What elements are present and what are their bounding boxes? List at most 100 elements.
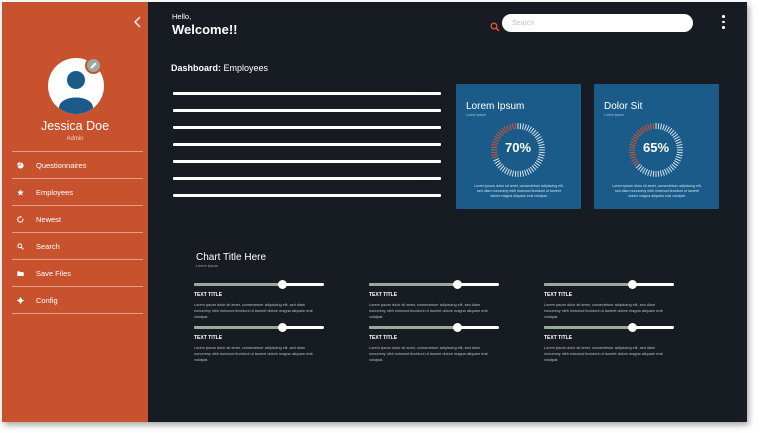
slider-fill (194, 326, 283, 329)
gauge-tick (647, 169, 650, 176)
slider-label: TEXT TITLE (194, 292, 223, 298)
search-input[interactable] (502, 14, 693, 32)
card-subtitle: Lorem ipsum (604, 113, 625, 117)
gauge-tick (492, 156, 499, 159)
slider-fill (544, 283, 633, 286)
gauge-tick (630, 156, 637, 159)
gauge-tick (506, 169, 510, 175)
gauge-tick (514, 123, 517, 130)
gauge-tick (514, 170, 517, 177)
gauge-tick (644, 169, 648, 175)
card-subtitle: Lorem ipsum (466, 113, 487, 117)
gauge-tick (659, 170, 663, 177)
slider-handle[interactable] (277, 323, 287, 332)
sidebar-item-label: Employees (36, 187, 74, 197)
slider-description: Lorem ipsum dolor sit amet, consectetuer… (194, 303, 313, 319)
search-icon (17, 242, 24, 250)
gauge-tick (519, 123, 522, 130)
sidebar-item-label: Config (36, 295, 58, 305)
page-title: Welcome!! (172, 22, 238, 37)
stat-card-dolor-sit[interactable]: Dolor Sit Lorem ipsum 65% Lorem ipsum do… (594, 84, 719, 209)
chart-title: Chart Title Here (196, 252, 267, 263)
gear-icon (17, 296, 24, 304)
edit-avatar-badge[interactable] (85, 57, 102, 74)
gauge-tick (501, 166, 507, 173)
slider-handle[interactable] (277, 280, 287, 289)
slider-handle[interactable] (452, 323, 462, 332)
dashboard-heading: Dashboard: Employees (171, 63, 268, 73)
gauge-tick (537, 156, 544, 159)
more-options-button[interactable] (722, 15, 726, 31)
sidebar: Jessica Doe Admin Questionnaires Employe… (2, 2, 148, 422)
sidebar-item-questionnaires[interactable]: Questionnaires (12, 151, 143, 178)
gauge-tick (519, 170, 522, 177)
text-line (173, 177, 441, 180)
gauge-value: 70% (504, 140, 532, 155)
slider-group: TEXT TITLE Lorem ipsum dolor sit amet, c… (194, 280, 324, 320)
gauge-tick (526, 125, 530, 131)
pencil-icon (90, 62, 97, 69)
gauge-tick (506, 125, 510, 131)
gauge-tick (501, 127, 507, 134)
slider-group: TEXT TITLE Lorem ipsum dolor sit amet, c… (194, 323, 324, 363)
text-line (173, 160, 441, 163)
slider-fill (369, 326, 458, 329)
slider-group: TEXT TITLE Lorem ipsum dolor sit amet, c… (369, 280, 499, 320)
chevron-left-icon (134, 16, 141, 28)
slider-track[interactable] (544, 280, 674, 289)
gauge-tick (494, 160, 501, 164)
gauge-tick (667, 127, 673, 134)
sidebar-item-config[interactable]: Config (12, 286, 143, 314)
gauge-tick (667, 166, 673, 173)
gauge-tick (631, 158, 637, 162)
slider-track[interactable] (369, 280, 499, 289)
gauge-tick (504, 167, 508, 174)
gauge-tick (633, 161, 640, 167)
gauge-tick (664, 125, 668, 131)
star-icon (17, 188, 24, 196)
gauge-value: 65% (642, 140, 670, 155)
slider-track[interactable] (544, 323, 674, 332)
gauge-tick (537, 158, 543, 162)
gauge-tick (528, 126, 532, 133)
sidebar-item-label: Newest (36, 214, 62, 224)
text-lines-block (173, 92, 441, 211)
slider-group: TEXT TITLE Lorem ipsum dolor sit amet, c… (544, 280, 674, 320)
gauge-tick (672, 161, 679, 167)
gauge-tick (504, 126, 508, 133)
search-icon[interactable] (490, 19, 500, 32)
gauge-tick (534, 161, 541, 167)
slider-handle[interactable] (627, 280, 637, 289)
gauge-tick (495, 161, 502, 167)
gauge-tick (524, 169, 527, 176)
stat-card-lorem-ipsum[interactable]: Lorem Ipsum Lorem ipsum 70% Lorem ipsum … (456, 84, 581, 209)
gauge-tick (521, 170, 525, 177)
gauge-tick (657, 123, 660, 130)
gauge-tick (652, 123, 655, 130)
text-line (173, 194, 441, 197)
slider-track[interactable] (194, 280, 324, 289)
gauge-tick (666, 167, 670, 174)
slider-handle[interactable] (452, 280, 462, 289)
collapse-sidebar-button[interactable] (132, 15, 144, 29)
sidebar-item-label: Questionnaires (36, 160, 87, 170)
gauge-tick (528, 167, 532, 174)
slider-label: TEXT TITLE (194, 335, 223, 341)
slider-label: TEXT TITLE (369, 335, 398, 341)
gauge-tick (675, 156, 682, 159)
card-title: Lorem Ipsum (466, 101, 525, 112)
slider-track[interactable] (369, 323, 499, 332)
gauge-tick (659, 123, 663, 130)
kebab-dot (722, 20, 725, 23)
sidebar-item-search[interactable]: Search (12, 232, 143, 259)
gauge-tick (509, 124, 512, 131)
gauge-tick (495, 133, 502, 139)
gauge-tick (493, 158, 499, 162)
sidebar-item-newest[interactable]: Newest (12, 205, 143, 232)
sidebar-item-save-files[interactable]: Save Files (12, 259, 143, 286)
gauge-tick (524, 124, 527, 131)
sidebar-nav: Questionnaires Employees Newest Search S… (12, 151, 143, 314)
slider-track[interactable] (194, 323, 324, 332)
sidebar-item-employees[interactable]: Employees (12, 178, 143, 205)
slider-handle[interactable] (627, 323, 637, 332)
